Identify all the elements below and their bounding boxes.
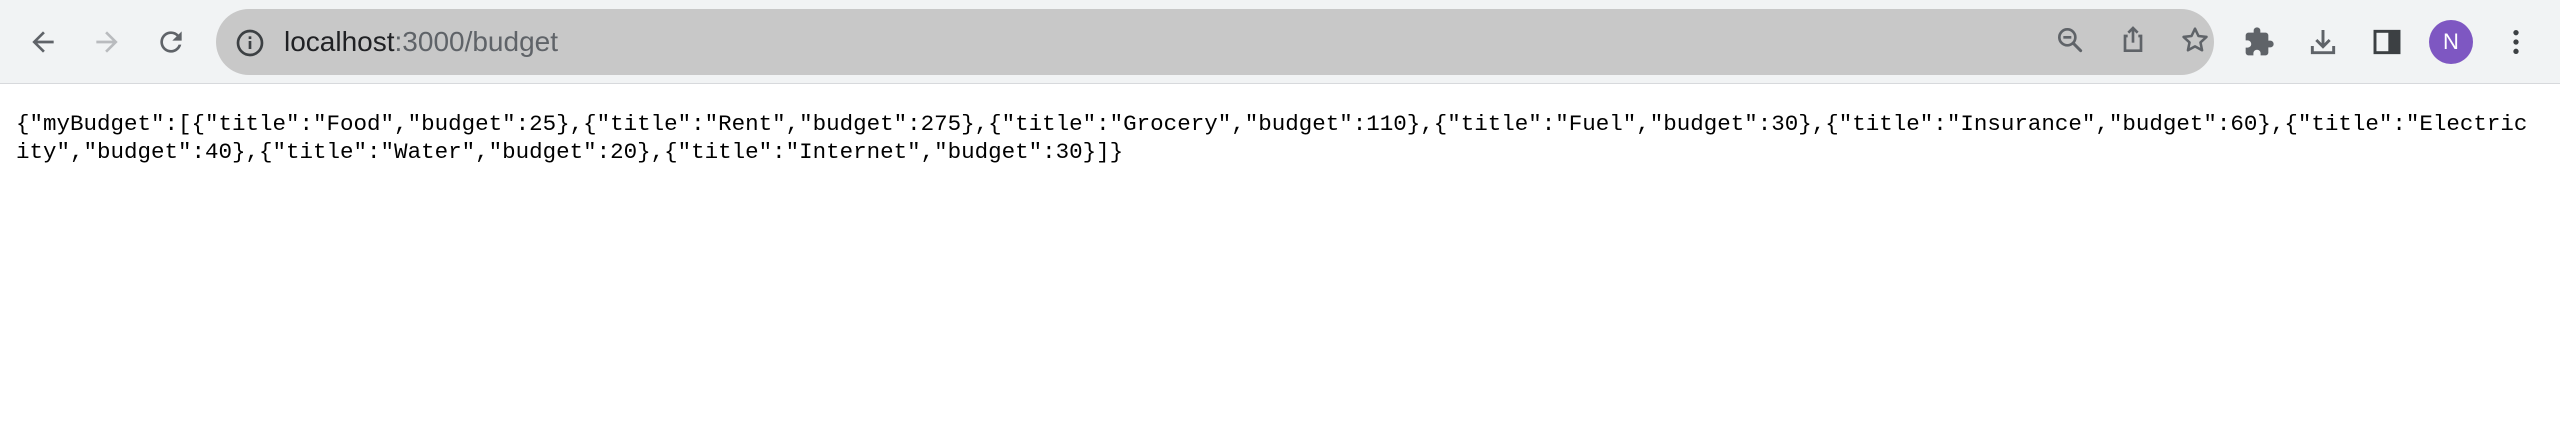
url-path: :3000/budget xyxy=(394,26,559,57)
profile-avatar[interactable]: N xyxy=(2429,20,2473,64)
extensions-button[interactable] xyxy=(2235,18,2283,66)
star-icon xyxy=(2179,24,2211,61)
back-button[interactable] xyxy=(19,18,67,66)
side-panel-button[interactable] xyxy=(2363,18,2411,66)
json-response-body: {"myBudget":[{"title":"Food","budget":25… xyxy=(16,111,2528,165)
share-button[interactable] xyxy=(2109,18,2157,66)
bookmark-button[interactable] xyxy=(2171,18,2219,66)
share-icon xyxy=(2117,24,2149,61)
puzzle-icon xyxy=(2243,26,2275,58)
download-icon xyxy=(2307,26,2339,58)
menu-button[interactable] xyxy=(2492,18,2540,66)
zoom-button[interactable] xyxy=(2046,18,2094,66)
info-circle-icon[interactable] xyxy=(234,27,266,59)
browser-toolbar: localhost:3000/budget N xyxy=(0,0,2560,84)
forward-button[interactable] xyxy=(83,18,131,66)
reload-icon xyxy=(155,26,187,58)
url-text[interactable]: localhost:3000/budget xyxy=(284,9,558,75)
url-host: localhost xyxy=(284,26,395,57)
reload-button[interactable] xyxy=(147,18,195,66)
address-bar[interactable]: localhost:3000/budget xyxy=(216,9,2214,75)
side-panel-icon xyxy=(2371,26,2403,58)
downloads-button[interactable] xyxy=(2299,18,2347,66)
zoom-out-icon xyxy=(2054,24,2086,61)
arrow-left-icon xyxy=(27,26,59,58)
arrow-right-icon xyxy=(91,26,123,58)
kebab-menu-icon xyxy=(2500,26,2532,58)
